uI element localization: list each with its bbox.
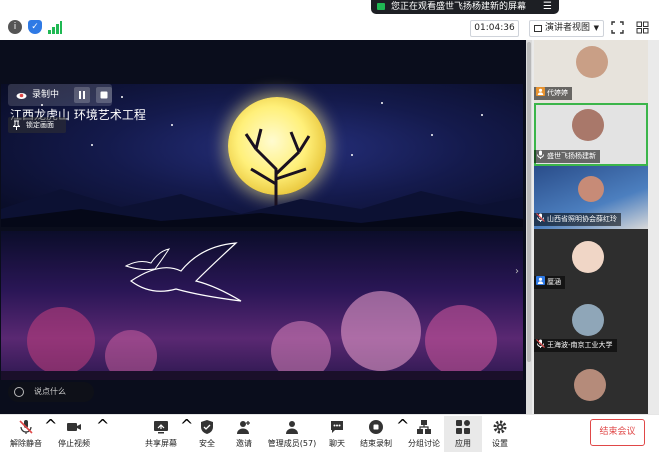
comment-input[interactable]: 说点什么	[8, 382, 94, 402]
settings-button[interactable]: 设置	[486, 416, 514, 452]
share-screen-icon	[154, 421, 168, 434]
add-user-icon	[237, 421, 250, 434]
apps-icon	[456, 420, 470, 434]
user-icon	[536, 276, 545, 285]
manage-participants-label: 管理成员(57)	[267, 439, 317, 448]
view-icon	[534, 25, 542, 32]
unmute-button[interactable]: 解除静音	[4, 416, 48, 452]
recording-label: 录制中	[32, 90, 60, 100]
apps-label: 应用	[455, 439, 471, 448]
participant-avatar	[572, 241, 604, 273]
participant-name: 盛世飞扬杨建新	[547, 152, 596, 160]
participant-tile[interactable]: 山西省照明协会薛红玲	[534, 166, 648, 229]
participant-tile[interactable]	[534, 355, 648, 414]
participant-video	[578, 176, 604, 202]
apps-button[interactable]: 应用	[444, 416, 482, 452]
meeting-timer: 01:04:36	[470, 20, 519, 37]
end-recording-label: 结束录制	[360, 439, 392, 448]
chevron-up-icon[interactable]: ^	[96, 416, 109, 452]
video-camera-icon	[67, 423, 81, 431]
participants-icon	[286, 421, 298, 434]
breakout-rooms-label: 分组讨论	[408, 439, 440, 448]
participant-name: 山西省照明协会薛红玲	[547, 215, 617, 223]
chat-button[interactable]: 聊天	[323, 416, 351, 452]
smile-icon	[14, 387, 24, 397]
participant-sidebar: 代婷婷 盛世飞扬杨建新 山西省照明协会薛红玲 厘涵 王海波-南京工业大学	[532, 40, 659, 414]
recording-indicator: 录制中	[8, 84, 112, 106]
lock-screen-button[interactable]: 锁定画面	[8, 117, 66, 133]
share-screen-label: 共享屏幕	[145, 439, 177, 448]
view-mode-button[interactable]: 演讲者视图 ▼	[529, 20, 604, 37]
participant-name: 厘涵	[547, 278, 561, 286]
invite-button[interactable]: 邀请	[230, 416, 258, 452]
breakout-rooms-button[interactable]: 分组讨论	[405, 416, 443, 452]
info-icon[interactable]: i	[8, 20, 22, 34]
pin-icon	[13, 120, 20, 130]
user-icon	[536, 87, 545, 96]
invite-label: 邀请	[236, 439, 252, 448]
unmute-label: 解除静音	[10, 439, 42, 448]
shield-icon[interactable]: ✓	[28, 20, 42, 34]
participant-avatar	[572, 304, 604, 336]
muted-mic-icon	[19, 420, 33, 434]
participant-name-tag: 山西省照明协会薛红玲	[534, 213, 621, 226]
screen-share-notice-text: 您正在观看盛世飞扬杨建新的屏幕	[391, 2, 527, 12]
bottom-toolbar: 解除静音 ^ 停止视频 ^ 共享屏幕 ^ 安全 邀请 管理成员(57) 聊天 结…	[0, 414, 659, 454]
participant-name-tag: 代婷婷	[534, 87, 572, 100]
screen-share-notice: 您正在观看盛世飞扬杨建新的屏幕 ☰	[371, 0, 559, 14]
security-button[interactable]: 安全	[193, 416, 221, 452]
grid-icon[interactable]	[636, 21, 649, 34]
security-label: 安全	[199, 439, 215, 448]
chevron-right-icon[interactable]: ›	[515, 266, 519, 277]
end-meeting-button[interactable]: 结束会议	[590, 419, 645, 446]
menu-icon[interactable]: ☰	[543, 0, 552, 14]
landscape-silhouette	[1, 189, 523, 227]
stop-record-icon	[369, 420, 383, 434]
participant-name: 代婷婷	[547, 89, 568, 97]
settings-label: 设置	[492, 439, 508, 448]
view-mode-label: 演讲者视图	[545, 23, 591, 33]
artwork-panel-cranes	[1, 231, 523, 380]
muted-mic-icon	[536, 339, 545, 348]
blossom-scene	[1, 291, 523, 380]
share-screen-button[interactable]: 共享屏幕	[142, 416, 180, 452]
mic-icon	[537, 150, 544, 159]
participant-tile[interactable]: 代婷婷	[534, 40, 648, 103]
cloud-record-icon	[16, 93, 27, 99]
shared-screen[interactable]: 江西龙虎山 环境艺术工程 录制中 锁定画面 说点什么 ›	[0, 40, 526, 414]
participant-tile[interactable]: 厘涵	[534, 229, 648, 292]
participant-tile-active[interactable]: 盛世飞扬杨建新	[534, 103, 648, 166]
stop-video-label: 停止视频	[58, 439, 90, 448]
comment-placeholder: 说点什么	[34, 387, 66, 396]
video-camera-icon	[377, 3, 385, 10]
participant-tile[interactable]: 王海波-南京工业大学	[534, 292, 648, 355]
participant-avatar	[574, 369, 606, 401]
chat-label: 聊天	[329, 439, 345, 448]
participant-name-tag: 厘涵	[534, 276, 565, 289]
participant-name-tag: 王海波-南京工业大学	[534, 339, 617, 352]
chat-icon	[331, 421, 343, 433]
stop-icon[interactable]	[96, 87, 112, 103]
stop-video-button[interactable]: 停止视频	[52, 416, 96, 452]
shield-icon	[201, 420, 213, 434]
top-bar: 您正在观看盛世飞扬杨建新的屏幕 ☰ i ✓ 01:04:36 演讲者视图 ▼	[0, 0, 659, 41]
muted-mic-icon	[536, 213, 545, 222]
signal-icon[interactable]	[48, 21, 62, 34]
fullscreen-icon[interactable]	[611, 21, 624, 34]
pause-icon[interactable]	[74, 87, 90, 103]
participant-video	[576, 46, 608, 78]
gear-icon	[493, 420, 507, 434]
lock-screen-label: 锁定画面	[26, 121, 54, 129]
end-recording-button[interactable]: 结束录制	[358, 416, 394, 452]
breakout-icon	[417, 420, 431, 434]
participant-name: 王海波-南京工业大学	[547, 341, 613, 349]
participant-name-tag: 盛世飞扬杨建新	[534, 150, 600, 163]
chevron-down-icon: ▼	[593, 24, 599, 32]
scrollbar-thumb[interactable]	[527, 42, 531, 362]
participant-video	[572, 109, 604, 141]
chevron-up-icon[interactable]: ^	[180, 416, 193, 452]
manage-participants-button[interactable]: 管理成员(57)	[264, 416, 320, 452]
